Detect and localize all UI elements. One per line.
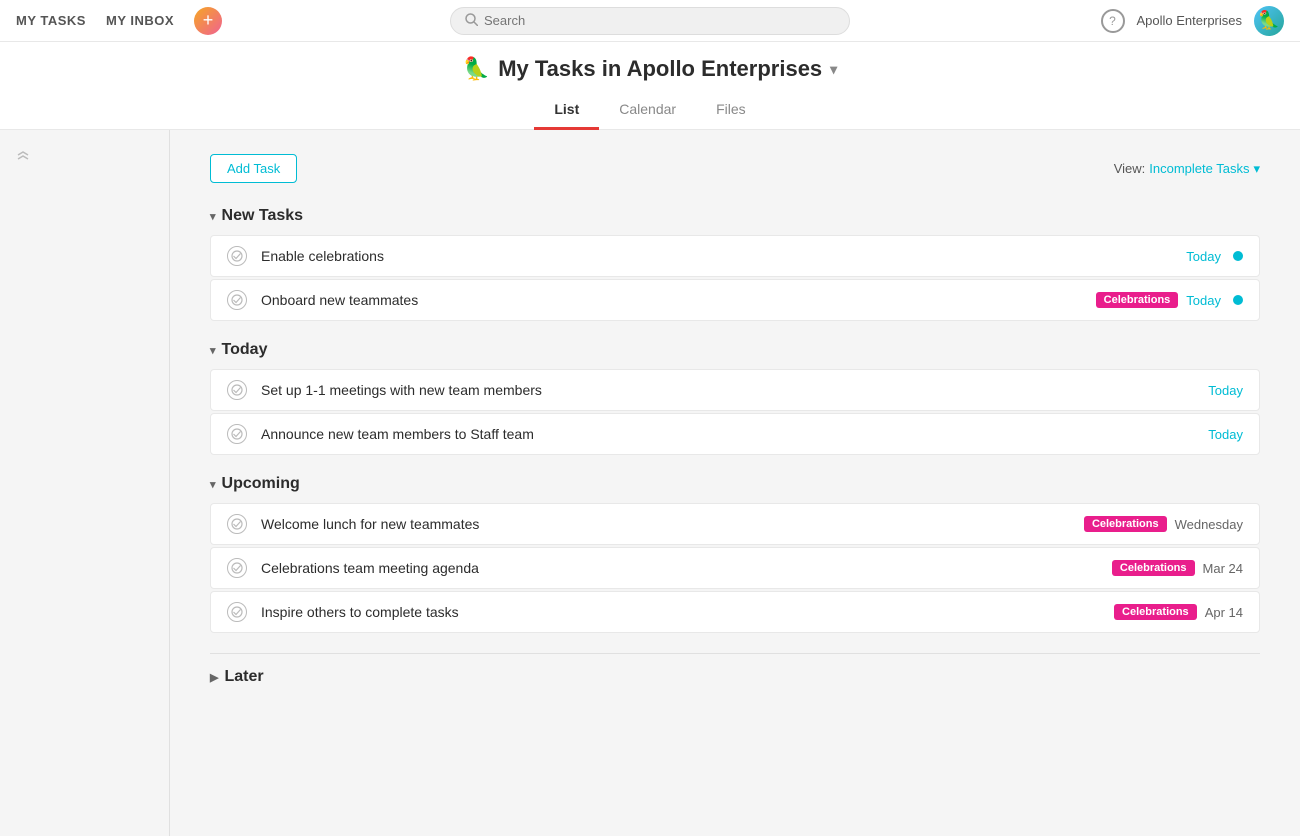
page-title-chevron[interactable]: ▾ — [830, 61, 837, 78]
task-name[interactable]: Inspire others to complete tasks — [261, 604, 1114, 620]
task-meta: Celebrations Mar 24 — [1112, 560, 1243, 576]
page-title-text: My Tasks in Apollo Enterprises — [498, 56, 822, 82]
task-checkbox[interactable] — [227, 290, 247, 310]
section-upcoming-header[interactable]: ▾ Upcoming — [210, 475, 1260, 493]
sidebar — [0, 130, 170, 836]
task-row: Enable celebrations Today — [210, 235, 1260, 277]
section-new-tasks-header[interactable]: ▾ New Tasks — [210, 207, 1260, 225]
due-date: Today — [1208, 427, 1243, 442]
view-label: Incomplete Tasks — [1149, 161, 1249, 176]
search-input[interactable] — [484, 13, 835, 28]
search-icon — [465, 13, 478, 29]
tag-badge: Celebrations — [1114, 604, 1197, 620]
tab-calendar[interactable]: Calendar — [599, 95, 696, 130]
due-dot — [1233, 251, 1243, 261]
page-title: 🦜 My Tasks in Apollo Enterprises ▾ — [0, 56, 1300, 82]
section-upcoming: ▾ Upcoming Welcome lunch for new teammat… — [210, 475, 1260, 633]
task-meta: Celebrations Apr 14 — [1114, 604, 1243, 620]
upcoming-chevron-icon: ▾ — [210, 478, 216, 491]
task-row: Onboard new teammates Celebrations Today — [210, 279, 1260, 321]
task-name[interactable]: Enable celebrations — [261, 248, 1186, 264]
task-meta: Celebrations Wednesday — [1084, 516, 1243, 532]
tag-badge: Celebrations — [1096, 292, 1179, 308]
task-row: Set up 1-1 meetings with new team member… — [210, 369, 1260, 411]
later-chevron-icon: ▶ — [210, 671, 218, 684]
task-row: Inspire others to complete tasks Celebra… — [210, 591, 1260, 633]
add-button[interactable]: + — [194, 7, 222, 35]
task-checkbox[interactable] — [227, 558, 247, 578]
due-date: Today — [1186, 249, 1221, 264]
nav-right: ? Apollo Enterprises 🦜 — [1101, 6, 1285, 36]
nav-left: MY TASKS MY INBOX + — [16, 7, 222, 35]
section-today: ▾ Today Set up 1-1 meetings with new tea… — [210, 341, 1260, 455]
due-date: Today — [1208, 383, 1243, 398]
due-dot — [1233, 295, 1243, 305]
help-button[interactable]: ? — [1101, 9, 1125, 33]
task-row: Celebrations team meeting agenda Celebra… — [210, 547, 1260, 589]
task-checkbox[interactable] — [227, 424, 247, 444]
tag-badge: Celebrations — [1084, 516, 1167, 532]
task-meta: Celebrations Today — [1096, 292, 1243, 308]
page-title-icon: 🦜 — [463, 56, 490, 82]
view-selector[interactable]: View: Incomplete Tasks ▾ — [1114, 161, 1260, 177]
due-date: Today — [1186, 293, 1221, 308]
task-checkbox[interactable] — [227, 246, 247, 266]
avatar[interactable]: 🦜 — [1254, 6, 1284, 36]
today-label: Today — [222, 341, 268, 359]
layout: Add Task View: Incomplete Tasks ▾ ▾ New … — [0, 130, 1300, 836]
toolbar: Add Task View: Incomplete Tasks ▾ — [210, 154, 1260, 183]
org-name: Apollo Enterprises — [1137, 13, 1243, 28]
sidebar-collapse[interactable] — [0, 142, 169, 175]
upcoming-label: Upcoming — [222, 475, 300, 493]
search-bar — [450, 7, 850, 35]
add-task-button[interactable]: Add Task — [210, 154, 297, 183]
avatar-icon: 🦜 — [1258, 10, 1280, 31]
new-tasks-label: New Tasks — [222, 207, 304, 225]
tabs: List Calendar Files — [0, 94, 1300, 129]
task-checkbox[interactable] — [227, 514, 247, 534]
section-new-tasks: ▾ New Tasks Enable celebrations Today — [210, 207, 1260, 321]
task-checkbox[interactable] — [227, 380, 247, 400]
task-row: Welcome lunch for new teammates Celebrat… — [210, 503, 1260, 545]
section-later: ▶ Later — [210, 653, 1260, 700]
task-meta: Today — [1208, 427, 1243, 442]
task-meta: Today — [1186, 249, 1243, 264]
task-name[interactable]: Welcome lunch for new teammates — [261, 516, 1084, 532]
section-today-header[interactable]: ▾ Today — [210, 341, 1260, 359]
tag-badge: Celebrations — [1112, 560, 1195, 576]
tab-files[interactable]: Files — [696, 95, 766, 130]
task-name[interactable]: Celebrations team meeting agenda — [261, 560, 1112, 576]
task-row: Announce new team members to Staff team … — [210, 413, 1260, 455]
my-inbox-nav[interactable]: MY INBOX — [106, 13, 174, 28]
my-tasks-nav[interactable]: MY TASKS — [16, 13, 86, 28]
main-content: Add Task View: Incomplete Tasks ▾ ▾ New … — [170, 130, 1300, 836]
due-date: Apr 14 — [1205, 605, 1243, 620]
top-nav: MY TASKS MY INBOX + ? Apollo Enterprises… — [0, 0, 1300, 42]
task-name[interactable]: Set up 1-1 meetings with new team member… — [261, 382, 1208, 398]
task-name[interactable]: Onboard new teammates — [261, 292, 1096, 308]
task-checkbox[interactable] — [227, 602, 247, 622]
due-date: Wednesday — [1175, 517, 1243, 532]
view-chevron-icon: ▾ — [1253, 161, 1260, 177]
task-meta: Today — [1208, 383, 1243, 398]
new-tasks-chevron-icon: ▾ — [210, 210, 216, 223]
later-label: Later — [224, 668, 263, 686]
task-name[interactable]: Announce new team members to Staff team — [261, 426, 1208, 442]
tab-list[interactable]: List — [534, 95, 599, 130]
section-later-header[interactable]: ▶ Later — [210, 668, 264, 686]
page-header: 🦜 My Tasks in Apollo Enterprises ▾ List … — [0, 42, 1300, 130]
due-date: Mar 24 — [1203, 561, 1243, 576]
today-chevron-icon: ▾ — [210, 344, 216, 357]
